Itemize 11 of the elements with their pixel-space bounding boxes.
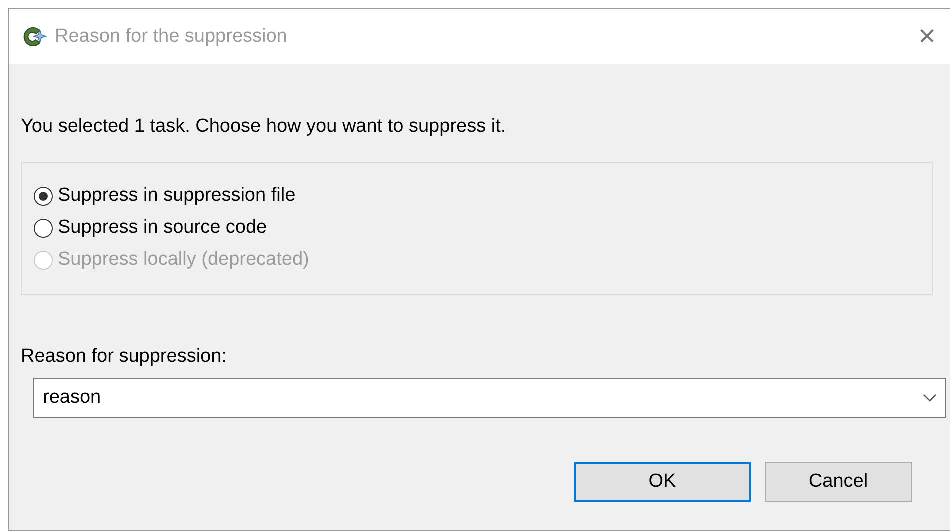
radio-option[interactable]: Suppress in source code <box>34 217 920 239</box>
chevron-down-icon <box>923 394 937 402</box>
app-logo-icon <box>21 24 47 48</box>
reason-combo[interactable]: reason <box>33 378 946 418</box>
window-title: Reason for the suppression <box>55 26 288 48</box>
cancel-button[interactable]: Cancel <box>765 462 912 502</box>
ok-button[interactable]: OK <box>574 462 751 502</box>
reason-label: Reason for suppression: <box>21 346 228 368</box>
instruction-text: You selected 1 task. Choose how you want to suppress it. <box>21 116 508 138</box>
close-button[interactable]: × <box>914 20 940 54</box>
radio-option[interactable]: Suppress in suppression file <box>34 185 920 207</box>
